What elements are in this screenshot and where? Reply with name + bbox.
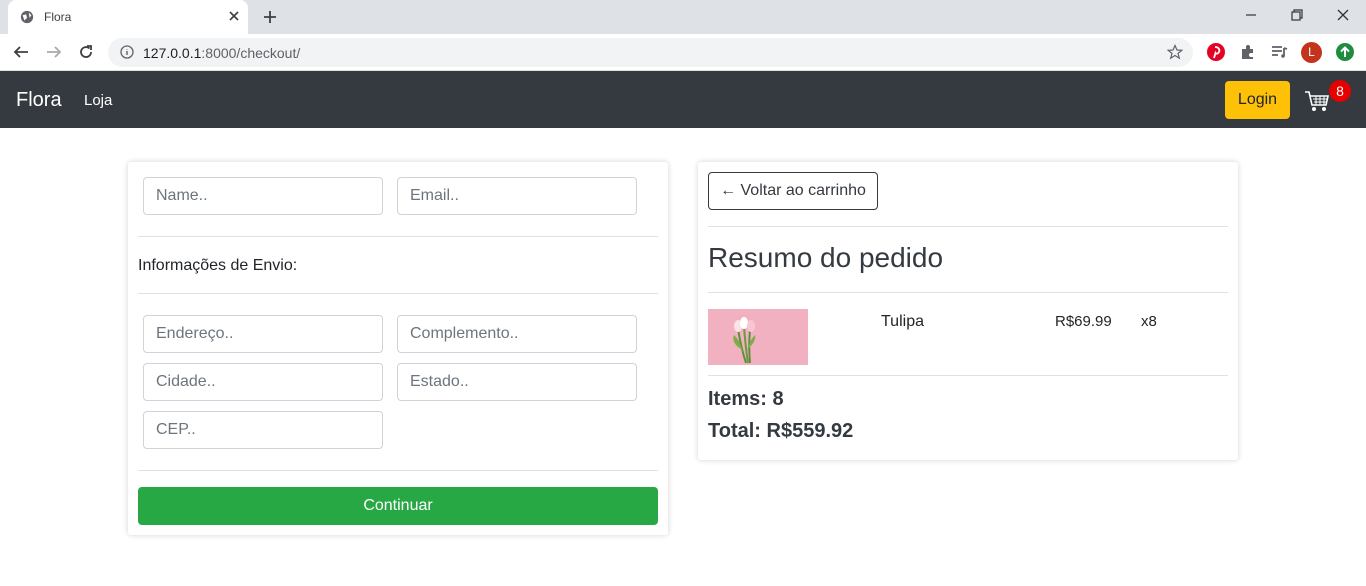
- checkout-form-card: Informações de Envio: Continuar: [128, 162, 668, 535]
- order-total: Total: R$559.92: [708, 420, 854, 442]
- name-input[interactable]: [143, 177, 383, 215]
- tulip-image: [708, 309, 808, 365]
- close-icon[interactable]: [226, 8, 242, 24]
- email-input[interactable]: [397, 177, 637, 215]
- browser-tab[interactable]: Flora: [8, 0, 248, 34]
- complement-input[interactable]: [397, 315, 637, 353]
- window-close-icon[interactable]: [1335, 7, 1351, 23]
- cart-icon[interactable]: [1304, 88, 1330, 114]
- info-icon[interactable]: [120, 45, 134, 59]
- site-navbar: Flora Loja Login 8: [0, 71, 1366, 128]
- puzzle-icon[interactable]: [1238, 42, 1258, 62]
- brand-logo[interactable]: Flora: [16, 89, 62, 112]
- new-tab-icon[interactable]: [261, 8, 279, 26]
- profile-avatar[interactable]: L: [1301, 42, 1322, 63]
- back-to-cart-button[interactable]: ← Voltar ao carrinho: [708, 172, 878, 210]
- product-image: [708, 309, 808, 365]
- nav-link-store[interactable]: Loja: [84, 92, 112, 109]
- media-list-icon[interactable]: [1269, 42, 1289, 62]
- url-host: 127.0.0.1: [143, 45, 202, 61]
- browser-toolbar: 127.0.0.1:8000/checkout/ L: [0, 34, 1366, 71]
- items-count: Items: 8: [708, 388, 784, 410]
- continue-button[interactable]: Continuar: [138, 487, 658, 525]
- item-price: R$69.99: [1055, 313, 1112, 330]
- pinterest-icon[interactable]: [1206, 42, 1226, 62]
- shipping-heading: Informações de Envio:: [138, 257, 298, 274]
- divider: [138, 470, 658, 471]
- order-summary-card: ← Voltar ao carrinho Resumo do pedido Tu…: [698, 162, 1238, 460]
- divider: [138, 236, 658, 237]
- globe-icon: [20, 10, 34, 24]
- divider: [138, 293, 658, 294]
- update-icon[interactable]: [1335, 42, 1355, 62]
- back-arrow-icon[interactable]: [12, 43, 30, 61]
- tab-title: Flora: [44, 10, 72, 24]
- item-name: Tulipa: [881, 313, 924, 330]
- login-button[interactable]: Login: [1225, 81, 1290, 119]
- summary-title: Resumo do pedido: [708, 242, 944, 273]
- address-bar[interactable]: 127.0.0.1:8000/checkout/: [108, 38, 1193, 67]
- city-input[interactable]: [143, 363, 383, 401]
- forward-arrow-icon[interactable]: [45, 43, 63, 61]
- minimize-icon[interactable]: [1243, 7, 1259, 23]
- divider: [708, 292, 1228, 293]
- browser-tab-bar: Flora: [0, 0, 1366, 34]
- state-input[interactable]: [397, 363, 637, 401]
- restore-icon[interactable]: [1289, 7, 1305, 23]
- divider: [708, 375, 1228, 376]
- zip-input[interactable]: [143, 411, 383, 449]
- reload-icon[interactable]: [77, 43, 95, 61]
- address-input[interactable]: [143, 315, 383, 353]
- item-quantity: x8: [1141, 313, 1157, 330]
- url-text: 127.0.0.1:8000/checkout/: [143, 45, 300, 61]
- url-path: :8000/checkout/: [201, 45, 301, 61]
- divider: [708, 226, 1228, 227]
- cart-count-badge: 8: [1329, 80, 1351, 102]
- star-icon[interactable]: [1167, 44, 1183, 60]
